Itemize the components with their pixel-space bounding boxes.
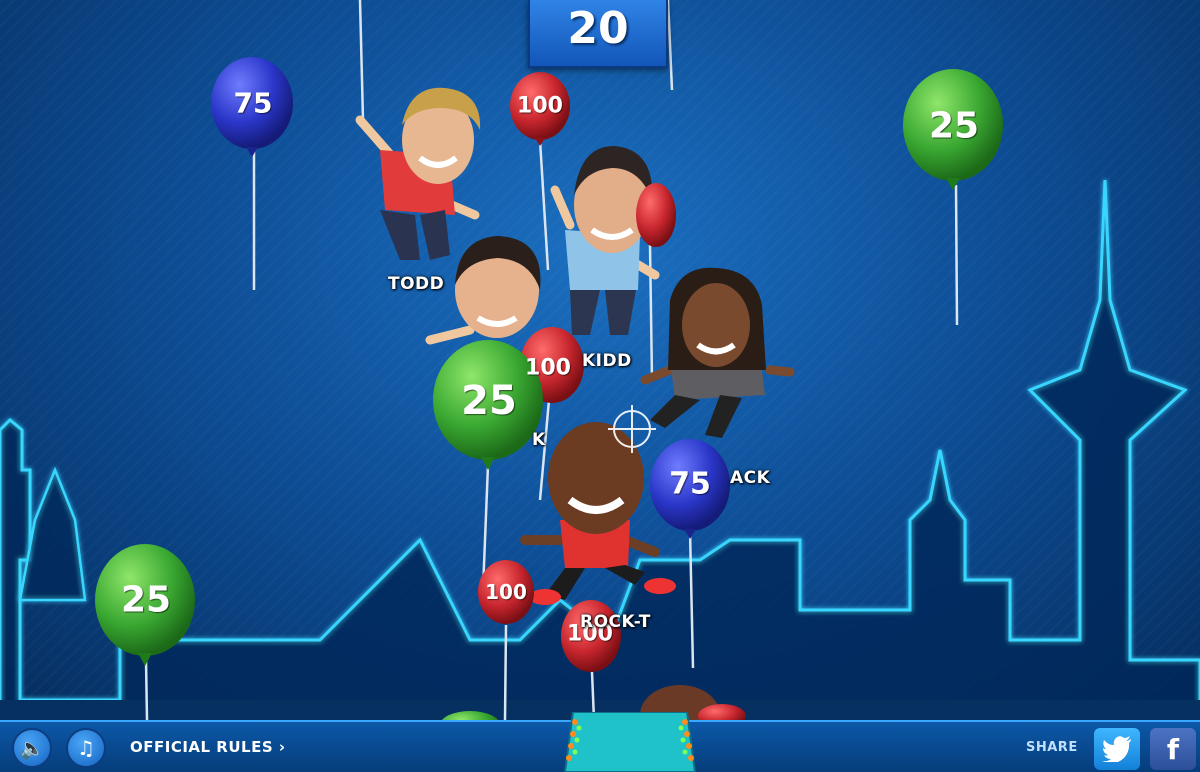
twitter-share-button[interactable] [1094,728,1140,770]
countdown-timer: 20 [528,0,668,68]
speaker-icon: 🔈 [19,736,45,760]
balloon-launcher [563,712,697,772]
crosshair-icon [608,405,656,453]
footer-bar: 🔈 ♫ OFFICIAL RULES › SHARE f [0,712,1200,772]
official-rules-link[interactable]: OFFICIAL RULES › [130,738,286,756]
facebook-share-button[interactable]: f [1150,728,1196,770]
music-toggle-button[interactable]: ♫ [66,728,106,768]
game-scene[interactable]: 75 100 25 100 25 75 25 100 100 TODD KIDD… [0,0,1200,720]
music-note-icon: ♫ [77,736,95,760]
facebook-icon: f [1166,732,1180,766]
sound-toggle-button[interactable]: 🔈 [12,728,52,768]
share-label: SHARE [1026,740,1078,755]
twitter-icon [1102,736,1131,762]
